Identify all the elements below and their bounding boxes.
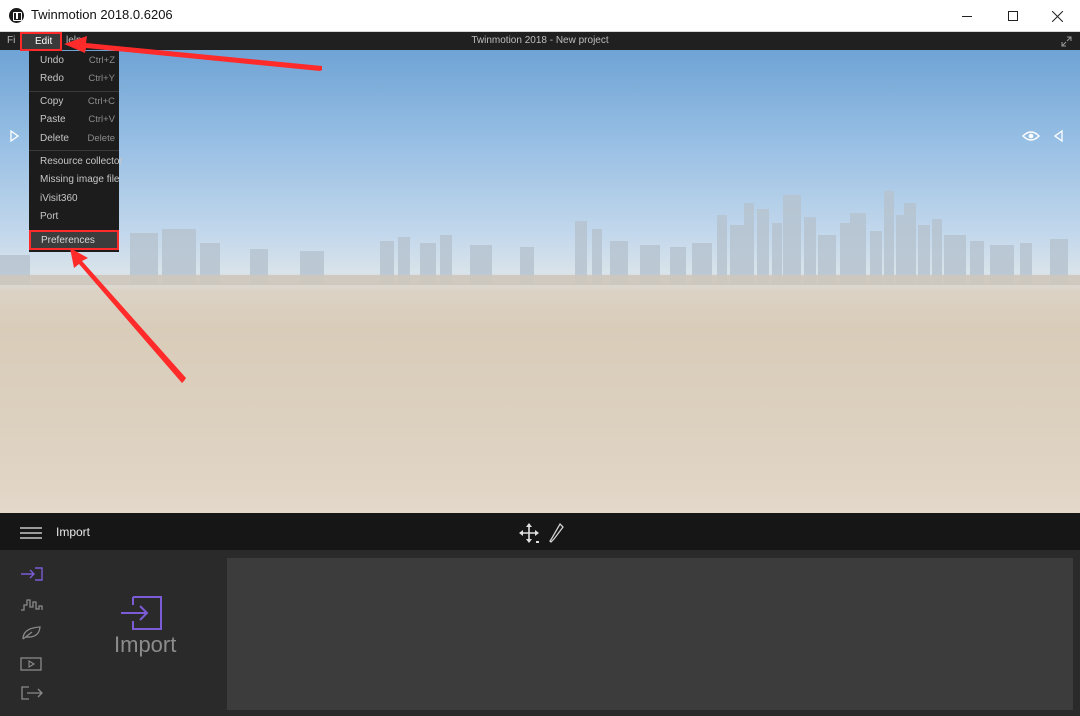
minimize-icon: [962, 15, 972, 17]
menu-separator: [29, 91, 119, 92]
menu-item-resource-collector[interactable]: Resource collector: [29, 153, 123, 171]
menu-item-undo[interactable]: Undo Ctrl+Z: [29, 52, 119, 70]
leaf-icon[interactable]: [20, 624, 44, 642]
menu-separator: [29, 150, 119, 151]
minimize-button[interactable]: [944, 0, 990, 32]
menu-item-port[interactable]: Port: [29, 208, 119, 226]
import-tool-label: Import: [114, 632, 177, 657]
hamburger-menu-icon[interactable]: [20, 527, 42, 539]
left-panel-toggle-icon[interactable]: [10, 130, 19, 142]
import-large-icon: [121, 596, 162, 630]
import-icon[interactable]: [20, 565, 44, 583]
menu-item-delete[interactable]: Delete Delete: [29, 130, 119, 148]
menu-item-paste[interactable]: Paste Ctrl+V: [29, 111, 119, 129]
app-menubar: Fi lelp Twinmotion 2018 - New project: [0, 32, 1080, 50]
maximize-icon: [1008, 11, 1018, 21]
landscape-icon[interactable]: [20, 595, 44, 613]
close-icon: [1051, 10, 1063, 22]
menu-item-missing-image-file[interactable]: Missing image file: [29, 171, 119, 189]
import-content-area[interactable]: [227, 558, 1073, 710]
twinmotion-logo-icon: [9, 8, 24, 23]
menu-item-ivisit360[interactable]: iVisit360: [29, 190, 119, 208]
window-titlebar: Twinmotion 2018.0.6206: [0, 0, 1080, 32]
fullscreen-expand-icon[interactable]: [1061, 36, 1072, 47]
export-icon[interactable]: [20, 684, 44, 702]
menu-item-preferences[interactable]: Preferences: [29, 230, 119, 250]
toolbar-section-label: Import: [56, 525, 91, 539]
project-title: Twinmotion 2018 - New project: [471, 35, 609, 46]
move-tool-icon[interactable]: [518, 522, 540, 544]
edit-menu-dropdown: Undo Ctrl+Z Redo Ctrl+Y Copy Ctrl+C Past…: [29, 51, 123, 252]
window-title: Twinmotion 2018.0.6206: [31, 7, 173, 22]
city-skyline: [0, 191, 1080, 285]
right-panel-toggle-icon[interactable]: [1054, 130, 1063, 142]
eye-icon[interactable]: [1022, 130, 1040, 142]
3d-viewport[interactable]: [0, 50, 1080, 513]
menu-edit[interactable]: Edit: [20, 32, 62, 51]
close-button[interactable]: [1034, 0, 1080, 32]
eyedropper-icon[interactable]: [549, 522, 565, 544]
menu-item-copy[interactable]: Copy Ctrl+C: [29, 93, 119, 111]
menu-item-redo[interactable]: Redo Ctrl+Y: [29, 70, 119, 88]
bottom-toolbar: Import: [0, 513, 1080, 550]
media-icon[interactable]: [20, 655, 44, 673]
maximize-button[interactable]: [990, 0, 1036, 32]
